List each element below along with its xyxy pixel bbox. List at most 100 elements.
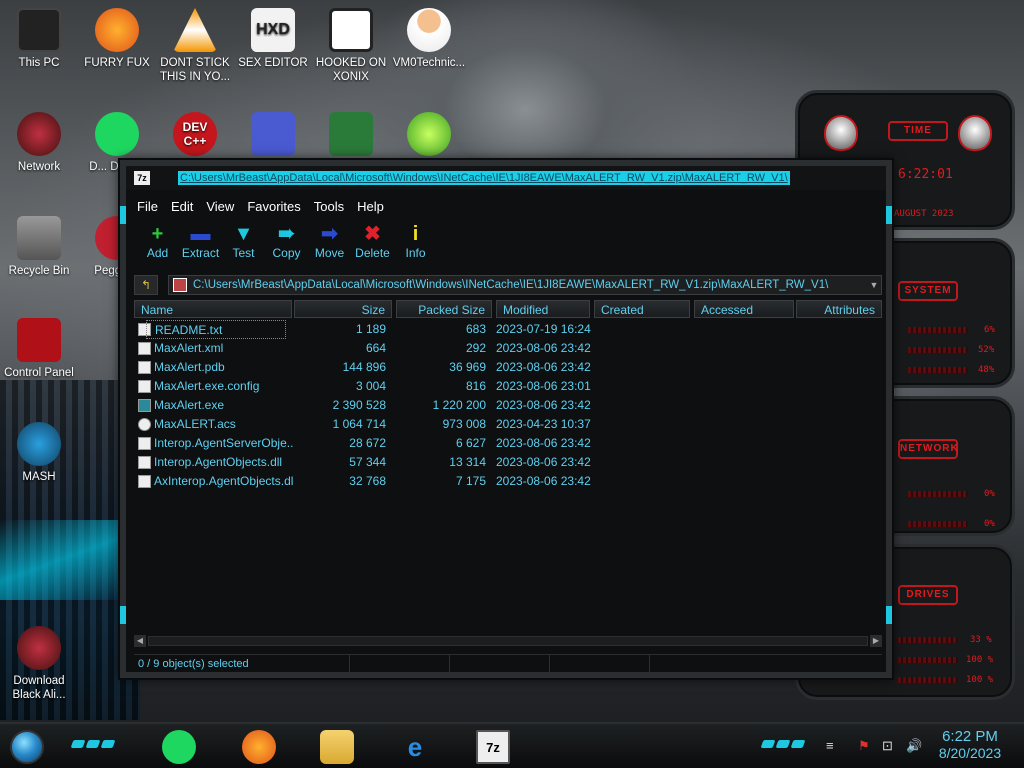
file-list[interactable]: Name Size Packed Size Modified Created A… xyxy=(134,298,882,648)
spotify-taskbar-icon[interactable] xyxy=(162,730,196,764)
sevenzip-taskbar-icon[interactable]: 7z xyxy=(476,730,510,764)
folder-up-button[interactable]: ↰ xyxy=(134,275,158,295)
plus-icon: + xyxy=(151,223,164,245)
window-title: C:\Users\MrBeast\AppData\Local\Microsoft… xyxy=(178,171,790,185)
table-row[interactable]: MaxAlert.pdb 144 896 36 969 2023-08-06 2… xyxy=(134,358,882,377)
test-button[interactable]: ▼ Test xyxy=(222,222,265,270)
desktop-icon-vlc[interactable]: DONT STICK THIS IN YO... xyxy=(156,8,234,84)
flag-icon[interactable]: ⚑ xyxy=(858,738,870,754)
system-bar xyxy=(908,327,968,333)
file-size: 664 xyxy=(365,341,386,355)
time-widget-title: TIME xyxy=(888,121,948,141)
drive-value: 100 % xyxy=(966,675,994,685)
desktop-icon-download-black-alien[interactable]: Download Black Ali... xyxy=(0,626,78,702)
file-modified: 2023-04-23 10:37 xyxy=(496,417,591,431)
address-path: C:\Users\MrBeast\AppData\Local\Microsoft… xyxy=(193,279,829,291)
file-explorer-taskbar-icon[interactable] xyxy=(320,730,354,764)
delete-button[interactable]: ✖ Delete xyxy=(351,222,394,270)
desktop-icon-recycle-bin[interactable]: Recycle Bin xyxy=(0,216,78,278)
file-packed-size: 36 969 xyxy=(449,360,486,374)
network-bar xyxy=(908,491,968,497)
file-name: MaxAlert.exe.config xyxy=(154,379,260,393)
horizontal-scrollbar[interactable]: ◀ ▶ xyxy=(134,634,882,648)
column-header-modified[interactable]: Modified xyxy=(496,300,590,318)
chevron-down-icon[interactable]: ▼ xyxy=(867,280,881,290)
drive-value: 33 % xyxy=(970,635,992,645)
desktop-icon-santa[interactable] xyxy=(312,112,390,160)
time-widget-value: 6:22:01 xyxy=(898,167,953,182)
column-header-attributes[interactable]: Attributes xyxy=(796,300,882,318)
desktop-icon-network[interactable]: Network xyxy=(0,112,78,174)
table-row[interactable]: MaxAlert.exe 2 390 528 1 220 200 2023-08… xyxy=(134,396,882,415)
status-segment xyxy=(350,655,450,673)
menu-edit[interactable]: Edit xyxy=(166,196,201,218)
file-name: MaxAlert.pdb xyxy=(154,360,225,374)
column-header-name[interactable]: Name xyxy=(134,300,292,318)
file-size: 57 344 xyxy=(349,455,386,469)
column-header-accessed[interactable]: Accessed xyxy=(694,300,794,318)
vlc-cone-icon xyxy=(173,8,217,52)
arrow-copy-icon: ➠ xyxy=(278,223,295,245)
desktop-icon-hooked-on-xonix[interactable]: HOOKED ON XONIX xyxy=(312,8,390,84)
copy-button[interactable]: ➠ Copy xyxy=(265,222,308,270)
desktop-icon-mash[interactable]: MASH xyxy=(0,422,78,484)
alien-head-icon xyxy=(824,115,858,151)
desktop-icon-furry-fux[interactable]: FURRY FUX xyxy=(78,8,156,70)
taskbar-decoration xyxy=(760,740,806,748)
table-row[interactable]: MaxAlert.exe.config 3 004 816 2023-08-06… xyxy=(134,377,882,396)
menu-tools[interactable]: Tools xyxy=(309,196,352,218)
table-row[interactable]: MaxAlert.xml 664 292 2023-08-06 23:42 xyxy=(134,339,882,358)
add-button[interactable]: + Add xyxy=(136,222,179,270)
show-hidden-icons-icon[interactable]: ≡ xyxy=(826,738,834,753)
desktop-icon-sex-editor[interactable]: HXD SEX EDITOR xyxy=(234,8,312,70)
column-header-created[interactable]: Created xyxy=(594,300,690,318)
window-accent xyxy=(886,606,892,624)
scroll-left-icon[interactable]: ◀ xyxy=(134,635,146,647)
move-button[interactable]: ➡ Move xyxy=(308,222,351,270)
file-size: 144 896 xyxy=(342,360,386,374)
menu-file[interactable]: File xyxy=(132,196,166,218)
menu-view[interactable]: View xyxy=(201,196,242,218)
column-header-packed-size[interactable]: Packed Size xyxy=(396,300,492,318)
card-icon xyxy=(251,112,295,156)
info-button[interactable]: i Info xyxy=(394,222,437,270)
menu-help[interactable]: Help xyxy=(352,196,392,218)
start-button[interactable] xyxy=(10,730,44,764)
network-tray-icon[interactable]: ⊡ xyxy=(882,738,893,754)
table-row[interactable]: MaxALERT.acs 1 064 714 973 008 2023-04-2… xyxy=(134,415,882,434)
desktop-icon-this-pc[interactable]: This PC xyxy=(0,8,78,70)
volume-icon[interactable]: 🔊 xyxy=(906,738,922,754)
internet-explorer-taskbar-icon[interactable]: e xyxy=(398,730,432,764)
window-titlebar[interactable]: 7z C:\Users\MrBeast\AppData\Local\Micros… xyxy=(126,166,886,190)
column-header-size[interactable]: Size xyxy=(294,300,392,318)
file-packed-size: 973 008 xyxy=(442,417,486,431)
menu-favorites[interactable]: Favorites xyxy=(242,196,308,218)
clock[interactable]: 6:22 PM 8/20/2023 xyxy=(930,728,1010,761)
toolbar: + Add ▬ Extract ▼ Test ➠ Copy ➡ Move ✖ D… xyxy=(136,222,437,270)
clock-date: 8/20/2023 xyxy=(938,745,1002,761)
table-row[interactable]: Interop.AgentServerObje... 28 672 6 627 … xyxy=(134,434,882,453)
desktop-icon-card[interactable] xyxy=(234,112,312,160)
desktop-icon-vm0technic[interactable]: VM0Technic... xyxy=(390,8,468,70)
exe-file-icon xyxy=(138,399,151,412)
scroll-right-icon[interactable]: ▶ xyxy=(870,635,882,647)
desktop-icon-control-panel[interactable]: Control Panel xyxy=(0,318,78,380)
table-row[interactable]: README.txt 1 189 683 2023-07-19 16:24 xyxy=(134,320,882,339)
table-row[interactable]: Interop.AgentObjects.dll 57 344 13 314 2… xyxy=(134,453,882,472)
desktop-icon-lime[interactable] xyxy=(390,112,468,160)
pdb-file-icon xyxy=(138,361,151,374)
table-row[interactable]: AxInterop.AgentObjects.dll 32 768 7 175 … xyxy=(134,472,882,491)
alien-download-icon xyxy=(17,626,61,670)
firefox-taskbar-icon[interactable] xyxy=(242,730,276,764)
santa-game-icon xyxy=(329,112,373,156)
extract-button[interactable]: ▬ Extract xyxy=(179,222,222,270)
dll-file-icon xyxy=(138,456,151,469)
dll-file-icon xyxy=(138,437,151,450)
window-accent xyxy=(120,606,126,624)
desktop-icon-devcpp[interactable]: DEV C++ xyxy=(156,112,234,160)
address-field[interactable]: C:\Users\MrBeast\AppData\Local\Microsoft… xyxy=(168,275,882,295)
sevenzip-app-icon[interactable]: 7z xyxy=(134,171,150,185)
spotify-icon xyxy=(95,112,139,156)
scroll-track[interactable] xyxy=(148,636,868,646)
sevenzip-window[interactable]: 7z C:\Users\MrBeast\AppData\Local\Micros… xyxy=(120,160,892,678)
